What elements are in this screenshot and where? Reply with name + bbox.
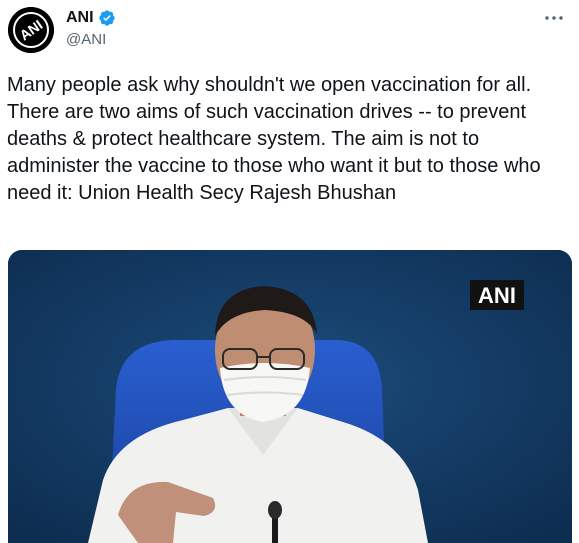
tweet-header: ANI ANI @ANI: [0, 0, 579, 62]
tweet-media-image[interactable]: ANI: [8, 250, 572, 543]
account-handle[interactable]: @ANI: [66, 31, 106, 48]
more-options-icon[interactable]: [543, 10, 565, 26]
verified-badge-icon: [98, 10, 115, 26]
name-row: ANI: [66, 9, 116, 27]
display-name[interactable]: ANI: [66, 9, 94, 27]
ani-logo-icon[interactable]: ANI: [8, 7, 54, 53]
ani-watermark: ANI: [478, 283, 516, 308]
tweet-text: Many people ask why shouldn't we open va…: [7, 74, 541, 204]
